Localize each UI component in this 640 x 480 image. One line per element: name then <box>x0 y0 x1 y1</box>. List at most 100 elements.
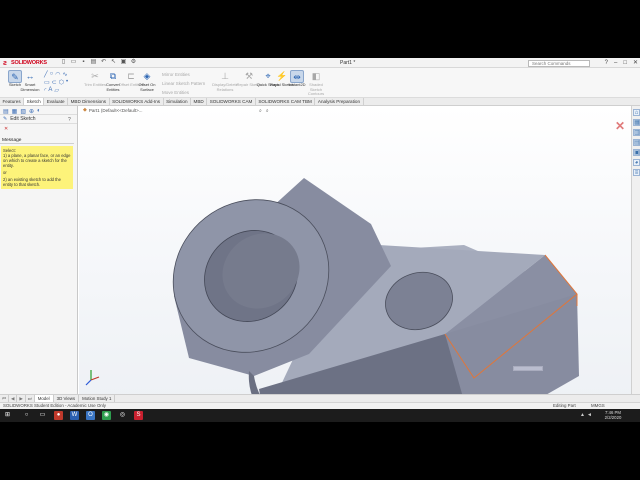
tab-analysis-preparation[interactable]: Analysis Preparation <box>315 98 364 105</box>
minimize-button[interactable]: – <box>614 58 617 68</box>
orientation-triad-icon <box>85 370 100 386</box>
slot-icon[interactable]: ⊂ <box>52 79 57 86</box>
bottom-tabs: ⏮ ◀ ▶ ⏭ Model 3D Views Motion Study 1 <box>0 394 640 402</box>
dimxpert-icon[interactable]: ⊕ <box>29 108 34 115</box>
graphics-area[interactable]: ◆ Part1 (Default<<Default>... ⌕ ⌕ ✕ <box>79 106 631 402</box>
search-icon[interactable]: ○ <box>22 411 31 420</box>
message-box: Select: 1) a plane, a planar face, or an… <box>1 146 73 189</box>
fillet-icon[interactable]: ◜ <box>44 87 46 94</box>
polygon-icon[interactable]: ⬡ <box>59 79 64 86</box>
configuration-icon[interactable]: ▧ <box>20 108 26 115</box>
word-icon[interactable]: W <box>70 411 79 420</box>
rectangle-icon[interactable]: ▭ <box>44 79 50 86</box>
tab-model[interactable]: Model <box>34 395 54 402</box>
help-icon[interactable]: ? <box>605 58 608 68</box>
smart-dimension-button[interactable]: ↔ Smart Dimension <box>17 70 43 92</box>
tab-features[interactable]: Features <box>0 98 25 105</box>
cursor-tooltip <box>513 366 543 371</box>
panel-title: Edit Sketch <box>10 116 36 122</box>
print-icon[interactable]: ▤ <box>90 59 97 66</box>
tab-solidworks-cam[interactable]: SOLIDWORKS CAM <box>207 98 256 105</box>
design-library-icon[interactable]: ▥ <box>633 129 640 136</box>
point-icon[interactable]: • <box>66 79 68 86</box>
command-manager: ✎ Sketch ↔ Smart Dimension ╱ ○ ◠ ∿ ▭ ⊂ ⬡… <box>0 68 640 98</box>
cancel-icon[interactable]: ✕ <box>0 124 77 134</box>
tab-mbd-dimensions[interactable]: MBD Dimensions <box>68 98 110 105</box>
property-manager: ▤ ▦ ▧ ⊕ ◐ ✎ Edit Sketch ? ✕ Message Sele… <box>0 106 78 402</box>
message-header: Message <box>0 138 74 144</box>
select-arrow-icon[interactable]: ↖ <box>110 59 117 66</box>
save-icon[interactable]: ▪ <box>80 59 87 66</box>
sketch-entities-row2: ▭ ⊂ ⬡ • <box>44 79 68 86</box>
linear-pattern-button[interactable]: Linear Sketch Pattern <box>162 81 205 86</box>
exit-sketch-icon[interactable]: ✕ <box>615 119 625 133</box>
task-view-icon[interactable]: ▭ <box>38 411 47 420</box>
mirror-entities-button[interactable]: Mirror Entities <box>162 72 190 77</box>
tab-evaluate[interactable]: Evaluate <box>44 98 69 105</box>
resources-icon[interactable]: ▦ <box>633 119 640 126</box>
options-gear-icon[interactable]: ⚙ <box>130 59 137 66</box>
volume-icon[interactable]: ◄ <box>587 412 592 418</box>
clock-date: 2/2/2020 <box>604 415 622 420</box>
property-manager-icon[interactable]: ▦ <box>12 108 18 115</box>
tab-3d-views[interactable]: 3D Views <box>54 395 80 402</box>
nav-prev-icon[interactable]: ◀ <box>9 395 18 402</box>
view-palette-icon[interactable]: ▣ <box>633 149 640 156</box>
file-explorer-icon[interactable]: ▤ <box>633 139 640 146</box>
display-delete-relations-button[interactable]: ⊥ Display/Delete Relations <box>212 70 238 92</box>
brand-name: SOLIDWORKS <box>11 60 47 66</box>
open-folder-icon[interactable]: ▭ <box>70 59 77 66</box>
tab-simulation[interactable]: Simulation <box>164 98 192 105</box>
home-icon[interactable]: ⌂ <box>633 109 640 116</box>
nav-next-icon[interactable]: ▶ <box>17 395 26 402</box>
part-model[interactable] <box>79 106 631 402</box>
windows-start-icon[interactable]: ⊞ <box>3 411 12 420</box>
new-document-icon[interactable]: ▯ <box>60 59 67 66</box>
text-icon[interactable]: A <box>48 87 52 94</box>
tab-sketch[interactable]: Sketch <box>24 98 45 105</box>
display-manager-icon[interactable]: ◐ <box>37 108 41 114</box>
nav-first-icon[interactable]: ⏮ <box>0 395 9 402</box>
offset-on-surface-button[interactable]: ◈ Offset On Surface <box>134 70 160 92</box>
solidworks-taskbar-icon[interactable]: S <box>134 411 143 420</box>
line-icon[interactable]: ╱ <box>44 71 48 78</box>
maximize-button[interactable]: □ <box>623 58 627 68</box>
tab-solidworks-cam-tbm[interactable]: SOLIDWORKS CAM TBM <box>256 98 316 105</box>
tab-mbd[interactable]: MBD <box>191 98 208 105</box>
quick-access-toolbar: ▯ ▭ ▪ ▤ ↶ ↖ ▣ ⚙ <box>60 59 137 66</box>
rebuild-icon[interactable]: ▣ <box>120 59 127 66</box>
undo-icon[interactable]: ↶ <box>100 59 107 66</box>
network-icon[interactable]: ▲ <box>580 412 585 418</box>
search-commands-input[interactable]: Search Commands <box>528 59 590 67</box>
appearances-icon[interactable]: ◕ <box>633 159 640 166</box>
obs-icon[interactable]: ◎ <box>118 411 127 420</box>
nav-last-icon[interactable]: ⏭ <box>26 395 35 402</box>
message-line-option1: 1) a plane, a planar face, or an edge on… <box>3 153 71 168</box>
help-icon[interactable]: ? <box>68 117 71 123</box>
system-tray: ▲ ◄ <box>580 412 592 418</box>
arc-icon[interactable]: ◠ <box>55 71 60 78</box>
custom-properties-icon[interactable]: ≡ <box>633 169 640 176</box>
feature-tree-icon[interactable]: ▤ <box>3 108 9 115</box>
outlook-icon[interactable]: O <box>86 411 95 420</box>
tab-solidworks-add-ins[interactable]: SOLIDWORKS Add-Ins <box>110 98 164 105</box>
close-button[interactable]: ✕ <box>633 58 638 68</box>
circle-icon[interactable]: ○ <box>50 71 54 78</box>
chrome-icon[interactable]: ◉ <box>102 411 111 420</box>
app-icon-red[interactable]: ● <box>54 411 63 420</box>
shaded-sketch-contours-button[interactable]: ◧ Shaded Sketch Contours <box>303 70 329 97</box>
tab-motion-study[interactable]: Motion Study 1 <box>79 395 116 402</box>
edit-sketch-header: ✎ Edit Sketch <box>0 115 77 124</box>
ds-logo-icon: ƨ <box>3 59 7 67</box>
plane-icon[interactable]: ▱ <box>54 87 59 94</box>
clock[interactable]: 7:46 PM 2/2/2020 <box>598 410 628 420</box>
command-manager-tabs: Features Sketch Evaluate MBD Dimensions … <box>0 98 640 106</box>
message-line-option2: 2) an existing sketch to add the entity … <box>3 177 61 187</box>
move-entities-button[interactable]: Move Entities <box>162 90 189 95</box>
solidworks-logo[interactable]: ƨ SOLIDWORKS <box>3 59 47 67</box>
task-pane-tabs: ⌂ ▦ ▥ ▤ ▣ ◕ ≡ <box>631 106 640 402</box>
message-or: or <box>3 170 7 175</box>
solidworks-window: ƨ SOLIDWORKS ▯ ▭ ▪ ▤ ↶ ↖ ▣ ⚙ Part1 * Sea… <box>0 58 640 422</box>
spline-icon[interactable]: ∿ <box>63 71 68 78</box>
sketch-entities-row1: ╱ ○ ◠ ∿ <box>44 71 68 78</box>
